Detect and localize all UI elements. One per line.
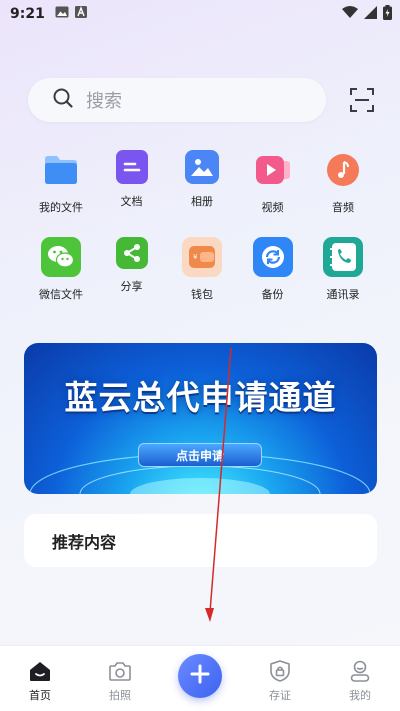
apply-button[interactable]: 点击申请 (138, 443, 262, 467)
app-my-files[interactable]: 我的文件 (28, 150, 94, 215)
recommended-title: 推荐内容 (52, 532, 117, 552)
signal-icon (364, 6, 377, 23)
shield-lock-icon (268, 659, 292, 683)
app-label: 钱包 (191, 288, 213, 301)
app-audio[interactable]: 音频 (310, 150, 376, 215)
search-input[interactable]: 搜索 (28, 78, 326, 122)
plus-icon (189, 663, 211, 689)
home-icon (28, 659, 52, 683)
app-video[interactable]: 视频 (240, 150, 306, 215)
image-icon (185, 150, 219, 184)
tab-camera[interactable]: 拍照 (90, 659, 150, 703)
search-placeholder: 搜索 (86, 91, 122, 112)
app-wallet[interactable]: ¥ 钱包 (169, 237, 235, 302)
app-label: 备份 (261, 288, 284, 301)
app-grid: 我的文件 文档 相册 视频 音频 微信文件 分享 ¥ 钱包 备份 通讯录 (28, 150, 376, 324)
tab-label: 拍照 (109, 689, 131, 702)
document-icon (115, 150, 148, 184)
gallery-notification-icon (55, 6, 69, 22)
share-icon (115, 237, 148, 269)
app-label: 分享 (120, 280, 143, 293)
font-notification-icon (74, 6, 87, 22)
app-wechat-files[interactable]: 微信文件 (28, 237, 94, 302)
app-label: 通讯录 (326, 288, 360, 301)
camera-icon (108, 659, 132, 683)
app-contacts[interactable]: 通讯录 (310, 237, 376, 302)
tab-label: 首页 (29, 689, 51, 702)
tab-profile[interactable]: 我的 (330, 659, 390, 703)
video-icon (253, 150, 293, 190)
app-label: 音频 (332, 201, 354, 214)
scan-icon (348, 88, 376, 118)
wallet-icon: ¥ (182, 237, 222, 277)
wechat-icon (41, 237, 81, 277)
wifi-icon (342, 6, 358, 23)
tab-evidence[interactable]: 存证 (250, 659, 310, 703)
status-bar: 9:21 (0, 0, 400, 28)
status-time: 9:21 (10, 6, 45, 22)
music-icon (323, 150, 363, 190)
app-documents[interactable]: 文档 (99, 150, 165, 215)
app-share[interactable]: 分享 (99, 237, 165, 302)
app-album[interactable]: 相册 (169, 150, 235, 215)
folder-icon (41, 150, 81, 190)
promo-banner[interactable]: 蓝云总代申请通道 点击申请 (24, 343, 377, 494)
profile-icon (348, 659, 372, 683)
app-label: 视频 (261, 201, 284, 214)
app-label: 文档 (120, 195, 143, 208)
recommended-section[interactable]: 推荐内容 (24, 514, 377, 567)
app-label: 微信文件 (39, 288, 83, 301)
tab-label: 存证 (269, 689, 291, 702)
app-label: 我的文件 (39, 201, 83, 214)
search-icon (52, 87, 74, 113)
tab-home[interactable]: 首页 (10, 659, 70, 703)
tab-label: 我的 (349, 689, 371, 702)
banner-title: 蓝云总代申请通道 (64, 378, 337, 417)
backup-icon (252, 237, 293, 277)
app-backup[interactable]: 备份 (240, 237, 306, 302)
search-row: 搜索 (28, 78, 376, 122)
svg-text:¥: ¥ (193, 253, 198, 261)
app-label: 相册 (191, 195, 213, 208)
add-button[interactable] (178, 654, 222, 698)
battery-icon (383, 5, 392, 24)
scan-button[interactable] (348, 86, 376, 114)
contacts-phone-icon (323, 237, 363, 277)
